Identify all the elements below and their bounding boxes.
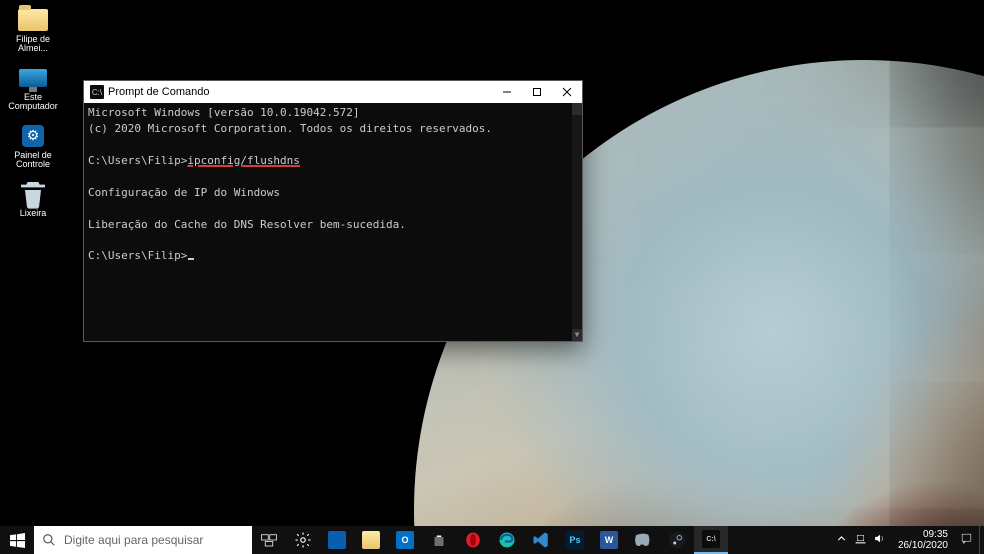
opera-icon xyxy=(464,531,482,549)
steam-icon xyxy=(668,531,686,549)
tray-network-icon[interactable] xyxy=(854,532,867,548)
taskbar-cmd[interactable]: C:\ xyxy=(694,526,728,554)
icon-label: Painel de Controle xyxy=(2,151,64,170)
cmd-scrollbar[interactable]: ▲ ▼ xyxy=(572,103,582,341)
taskbar: Digite aqui para pesquisar O Ps W C:\ xyxy=(0,526,984,554)
cmd-prompt: C:\Users\Filip> xyxy=(88,249,187,262)
maximize-button[interactable] xyxy=(522,81,552,103)
taskbar-unknown-app[interactable] xyxy=(320,526,354,554)
icon-label: Este Computador xyxy=(2,93,64,112)
minimize-button[interactable] xyxy=(492,81,522,103)
taskbar-steam[interactable] xyxy=(660,526,694,554)
taskbar-discord[interactable] xyxy=(626,526,660,554)
tray-volume-icon[interactable] xyxy=(873,532,886,548)
taskbar-opera[interactable] xyxy=(456,526,490,554)
gear-icon xyxy=(294,531,312,549)
cmd-line: Microsoft Windows [versão 10.0.19042.572… xyxy=(88,106,360,119)
this-pc-icon[interactable]: Este Computador xyxy=(2,60,64,118)
taskbar-vscode[interactable] xyxy=(524,526,558,554)
recycle-bin-icon[interactable]: Lixeira xyxy=(2,176,64,224)
taskbar-photoshop[interactable]: Ps xyxy=(558,526,592,554)
clock-date: 26/10/2020 xyxy=(898,540,948,551)
edge-icon xyxy=(498,531,516,549)
taskbar-outlook[interactable]: O xyxy=(388,526,422,554)
cmd-cursor xyxy=(188,258,194,260)
cmd-title: Prompt de Comando xyxy=(108,86,492,98)
discord-icon xyxy=(634,531,652,549)
cmd-typed-command: ipconfig/flushdns xyxy=(187,154,300,167)
close-button[interactable] xyxy=(552,81,582,103)
user-folder-icon[interactable]: Filipe de Almei... xyxy=(2,2,64,60)
control-panel-icon[interactable]: ⚙ Painel de Controle xyxy=(2,118,64,176)
taskbar-search[interactable]: Digite aqui para pesquisar xyxy=(34,526,252,554)
taskbar-word[interactable]: W xyxy=(592,526,626,554)
search-icon xyxy=(42,533,56,547)
taskbar-file-explorer[interactable] xyxy=(354,526,388,554)
show-desktop-button[interactable] xyxy=(979,526,984,554)
settings-shortcut[interactable] xyxy=(286,526,320,554)
scroll-track[interactable] xyxy=(572,115,582,329)
store-icon xyxy=(430,531,448,549)
clock-time: 09:35 xyxy=(898,529,948,540)
tray-chevron-up-icon[interactable] xyxy=(835,532,848,548)
taskbar-clock[interactable]: 09:35 26/10/2020 xyxy=(894,529,952,551)
system-tray[interactable]: 09:35 26/10/2020 xyxy=(829,526,979,554)
tray-notifications-icon[interactable] xyxy=(960,532,973,548)
icon-label: Filipe de Almei... xyxy=(2,35,64,54)
cmd-line: Configuração de IP do Windows xyxy=(88,186,280,199)
vscode-icon xyxy=(532,531,550,549)
search-placeholder: Digite aqui para pesquisar xyxy=(64,533,203,547)
trash-icon xyxy=(17,178,49,210)
windows-logo-icon xyxy=(10,533,25,548)
cmd-line: (c) 2020 Microsoft Corporation. Todos os… xyxy=(88,122,492,135)
icon-label: Lixeira xyxy=(2,209,64,218)
taskbar-edge[interactable] xyxy=(490,526,524,554)
cmd-app-icon: C:\ xyxy=(90,85,104,99)
start-button[interactable] xyxy=(0,526,34,554)
cmd-titlebar[interactable]: C:\ Prompt de Comando xyxy=(84,81,582,103)
cmd-prompt: C:\Users\Filip> xyxy=(88,154,187,167)
task-view-icon xyxy=(260,531,278,549)
cmd-line: Liberação do Cache do DNS Resolver bem-s… xyxy=(88,218,406,231)
taskbar-ms-store[interactable] xyxy=(422,526,456,554)
cmd-window[interactable]: C:\ Prompt de Comando Microsoft Windows … xyxy=(83,80,583,342)
cmd-output-area[interactable]: Microsoft Windows [versão 10.0.19042.572… xyxy=(84,103,582,341)
desktop-icons: Filipe de Almei... Este Computador ⚙ Pai… xyxy=(2,2,70,224)
task-view-button[interactable] xyxy=(252,526,286,554)
scroll-down-arrow[interactable]: ▼ xyxy=(572,329,582,341)
